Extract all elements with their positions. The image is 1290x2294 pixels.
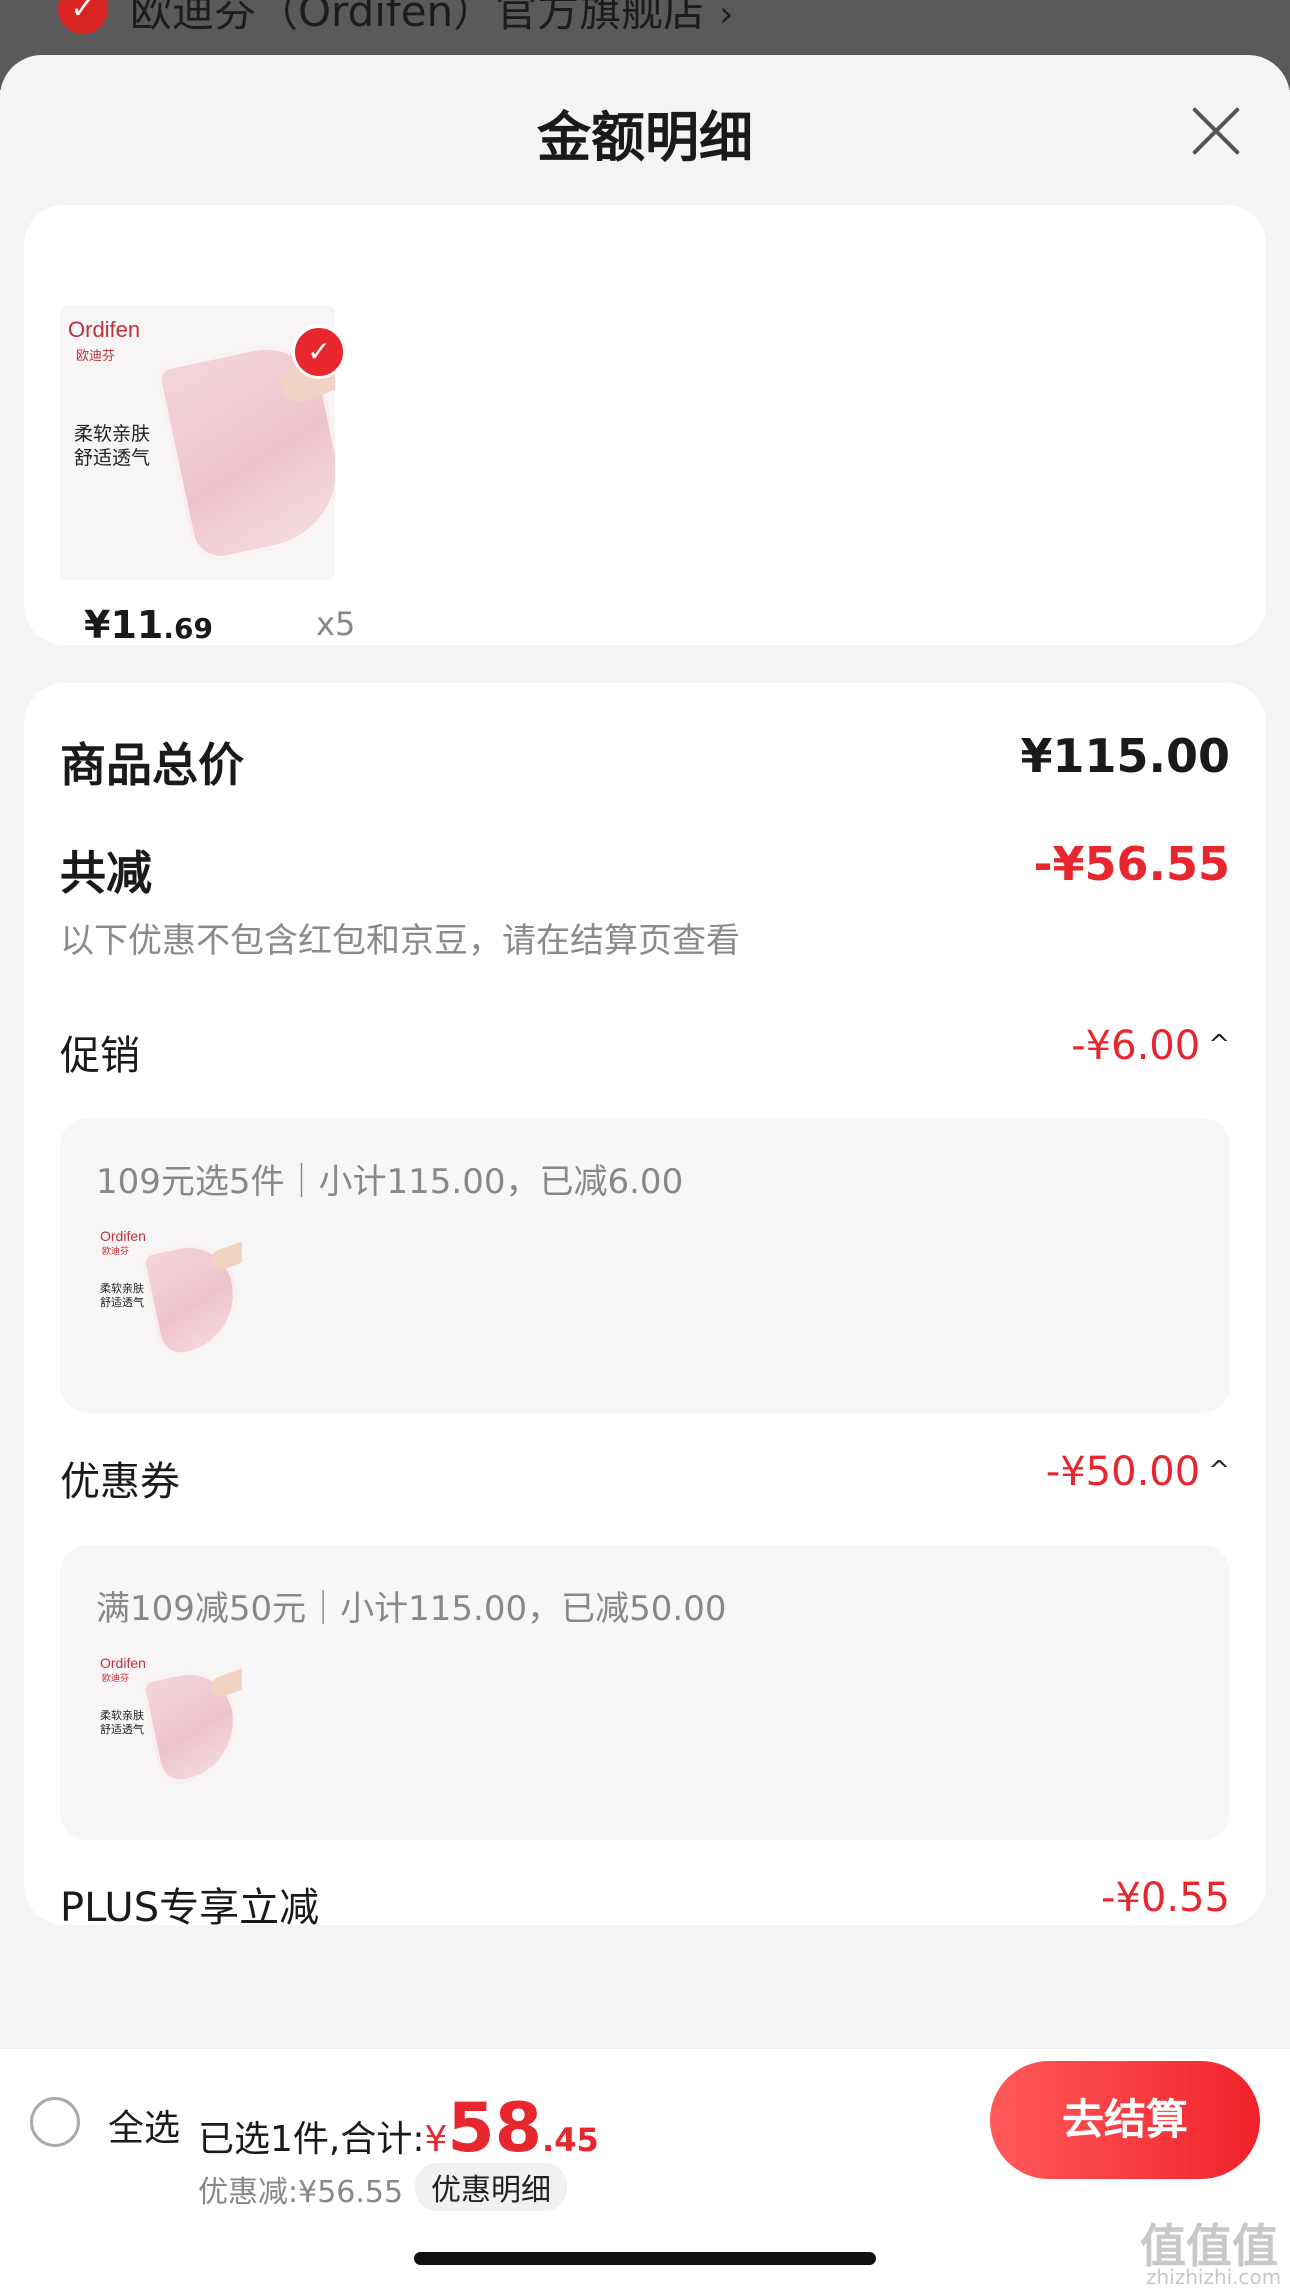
sheet-title: 金额明细 [537, 106, 753, 169]
brand-logo: Ordifen [100, 1655, 146, 1671]
watermark-url: zhizhizhi.com [1146, 2265, 1282, 2289]
close-icon[interactable] [1190, 105, 1242, 157]
amount-detail-sheet: 金额明细 Ordifen 欧迪芬 柔软亲肤 舒适透气 ✓ ¥11.69 x5 商品… [0, 55, 1290, 2293]
price-breakdown-card: 商品总价 ¥115.00 共减 -¥56.55 以下优惠不包含红包和京豆，请在结… [24, 683, 1266, 1931]
select-all-radio[interactable] [30, 2097, 80, 2147]
product-tagline: 柔软亲肤 舒适透气 [74, 423, 151, 469]
coupon-label: 优惠券 [60, 1459, 180, 1505]
checked-icon[interactable]: ✓ [292, 325, 346, 379]
product-tagline: 柔软亲肤 舒适透气 [100, 1709, 144, 1736]
order-summary: 已选1件,合计:¥58.45 [198, 2089, 599, 2168]
promotion-product-thumbnail[interactable]: Ordifen 欧迪芬 柔软亲肤 舒适透气 [96, 1222, 242, 1368]
coupon-toggle[interactable]: -¥50.00 ^ [1046, 1449, 1230, 1495]
chevron-right-icon: › [719, 0, 734, 35]
chevron-up-icon: ^ [1208, 1030, 1230, 1060]
unit-price: ¥11.69 [84, 603, 213, 647]
brand-logo-cn: 欧迪芬 [102, 1674, 130, 1684]
store-name[interactable]: 欧迪芬（Ordifen）官方旗舰店 › [130, 0, 734, 39]
promotion-label: 促销 [60, 1033, 140, 1079]
plus-discount-value: -¥0.55 [1101, 1875, 1230, 1921]
product-tagline: 柔软亲肤 舒适透气 [100, 1282, 144, 1309]
coupon-detail-box: 满109减50元｜小计115.00，已减50.00 Ordifen 欧迪芬 柔软… [60, 1545, 1230, 1840]
total-reduction-value: -¥56.55 [1033, 837, 1230, 891]
chevron-up-icon: ^ [1208, 1456, 1230, 1486]
brand-logo-cn: 欧迪芬 [102, 1247, 130, 1257]
home-indicator[interactable] [414, 2252, 876, 2265]
reduction-note: 以下优惠不包含红包和京豆，请在结算页查看 [60, 921, 740, 961]
store-check-icon[interactable]: ✓ [58, 0, 108, 34]
coupon-product-thumbnail[interactable]: Ordifen 欧迪芬 柔软亲肤 舒适透气 [96, 1649, 242, 1795]
brand-logo: Ordifen [68, 317, 141, 342]
total-reduction-label: 共减 [60, 846, 152, 900]
brand-logo: Ordifen [100, 1228, 146, 1244]
total-price-label: 商品总价 [60, 738, 244, 792]
brand-logo-cn: 欧迪芬 [76, 349, 116, 364]
select-all-label[interactable]: 全选 [108, 2099, 180, 2151]
discount-detail-link[interactable]: 优惠明细 [415, 2163, 567, 2211]
quantity: x5 [316, 605, 356, 643]
coupon-rule: 满109减50元｜小计115.00，已减50.00 [96, 1589, 727, 1629]
checkout-button[interactable]: 去结算 [990, 2061, 1260, 2179]
product-card: Ordifen 欧迪芬 柔软亲肤 舒适透气 ✓ ¥11.69 x5 [24, 205, 1266, 647]
promotion-rule: 109元选5件｜小计115.00，已减6.00 [96, 1162, 684, 1202]
plus-discount-label: PLUS专享立减 [60, 1885, 320, 1931]
promotion-detail-box: 109元选5件｜小计115.00，已减6.00 Ordifen 欧迪芬 柔软亲肤… [60, 1118, 1230, 1413]
promotion-toggle[interactable]: -¥6.00 ^ [1071, 1023, 1230, 1069]
discount-summary: 优惠减:¥56.55 [198, 2175, 404, 2210]
total-price-value: ¥115.00 [1020, 729, 1230, 783]
